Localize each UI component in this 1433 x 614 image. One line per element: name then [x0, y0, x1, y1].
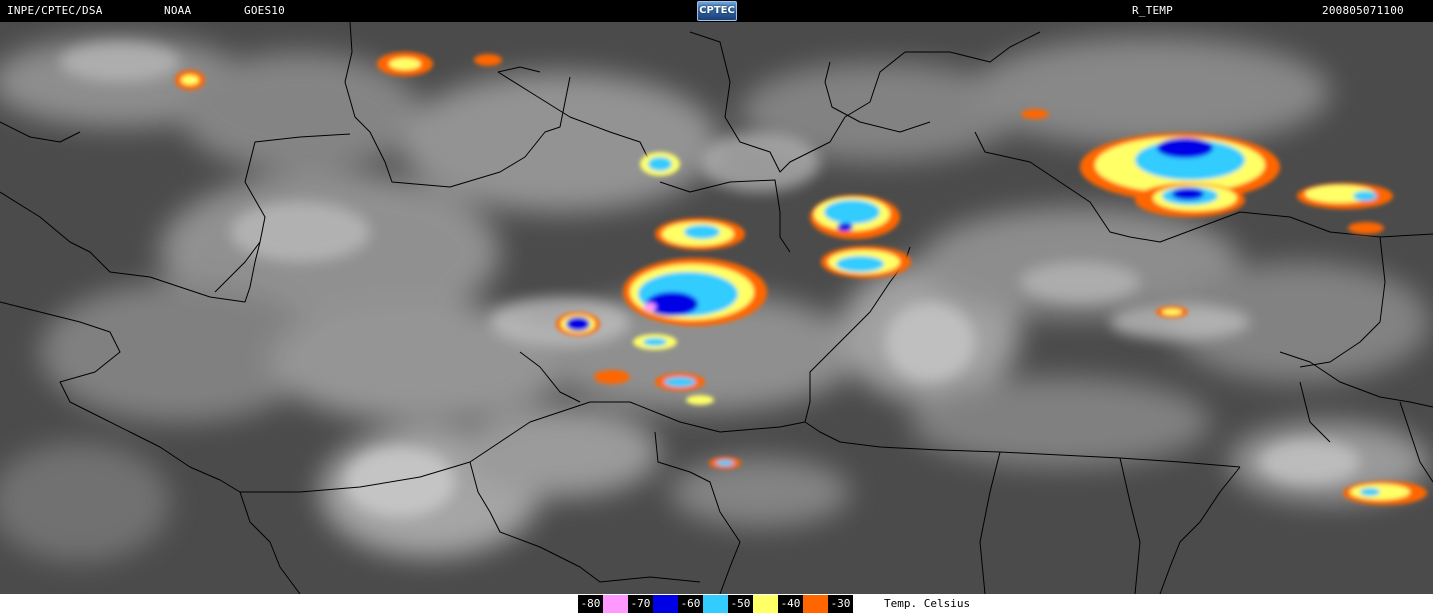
satellite-map [0, 22, 1433, 594]
legend-label: -80 [578, 595, 603, 613]
source-label: INPE/CPTEC/DSA [7, 4, 103, 17]
satellite-image [0, 22, 1433, 594]
legend-label: -50 [728, 595, 753, 613]
legend-swatch [653, 595, 678, 613]
cptec-logo: CPTEC [697, 1, 737, 21]
legend-swatch [753, 595, 778, 613]
legend-swatch [603, 595, 628, 613]
legend-label: -40 [778, 595, 803, 613]
timestamp-label: 200805071100 [1322, 4, 1404, 17]
legend-label: -70 [628, 595, 653, 613]
legend-label: -60 [678, 595, 703, 613]
logo-text: CPTEC [699, 5, 735, 16]
agency-label: NOAA [164, 4, 192, 17]
product-label: R_TEMP [1132, 4, 1173, 17]
satellite-label: GOES10 [244, 4, 285, 17]
legend-swatch [803, 595, 828, 613]
header-bar: INPE/CPTEC/DSA NOAA GOES10 CPTEC R_TEMP … [0, 0, 1433, 22]
legend-label: -30 [828, 595, 853, 613]
temperature-legend: -80 -70 -60 -50 -40 -30 Temp. Celsius [578, 595, 970, 613]
legend-title: Temp. Celsius [884, 597, 971, 610]
legend-swatch [853, 595, 878, 613]
legend-bar: -80 -70 -60 -50 -40 -30 Temp. Celsius [0, 594, 1433, 614]
legend-swatch [703, 595, 728, 613]
